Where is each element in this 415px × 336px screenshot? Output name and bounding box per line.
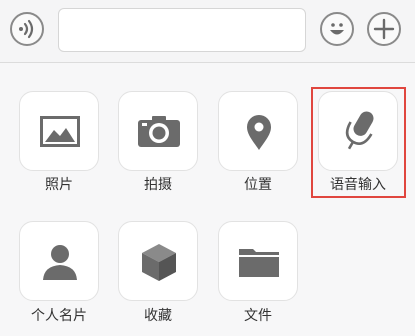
photo-label: 照片 bbox=[45, 177, 73, 193]
emoji-button[interactable] bbox=[320, 12, 354, 46]
location-button[interactable] bbox=[218, 91, 298, 171]
contact-card-button[interactable] bbox=[19, 221, 99, 301]
favorites-button[interactable] bbox=[118, 221, 198, 301]
camera-label: 拍摄 bbox=[144, 177, 172, 193]
contact-card-label: 个人名片 bbox=[31, 308, 87, 324]
location-label: 位置 bbox=[244, 177, 272, 193]
message-input[interactable] bbox=[58, 8, 306, 52]
file-button[interactable] bbox=[218, 221, 298, 301]
more-actions-button[interactable] bbox=[367, 12, 401, 46]
camera-button[interactable] bbox=[118, 91, 198, 171]
voice-toggle-button[interactable] bbox=[10, 12, 44, 46]
chat-input-bar bbox=[0, 0, 415, 63]
file-label: 文件 bbox=[244, 308, 272, 324]
highlight-box bbox=[311, 87, 406, 198]
favorites-label: 收藏 bbox=[144, 308, 172, 324]
photo-button[interactable] bbox=[19, 91, 99, 171]
